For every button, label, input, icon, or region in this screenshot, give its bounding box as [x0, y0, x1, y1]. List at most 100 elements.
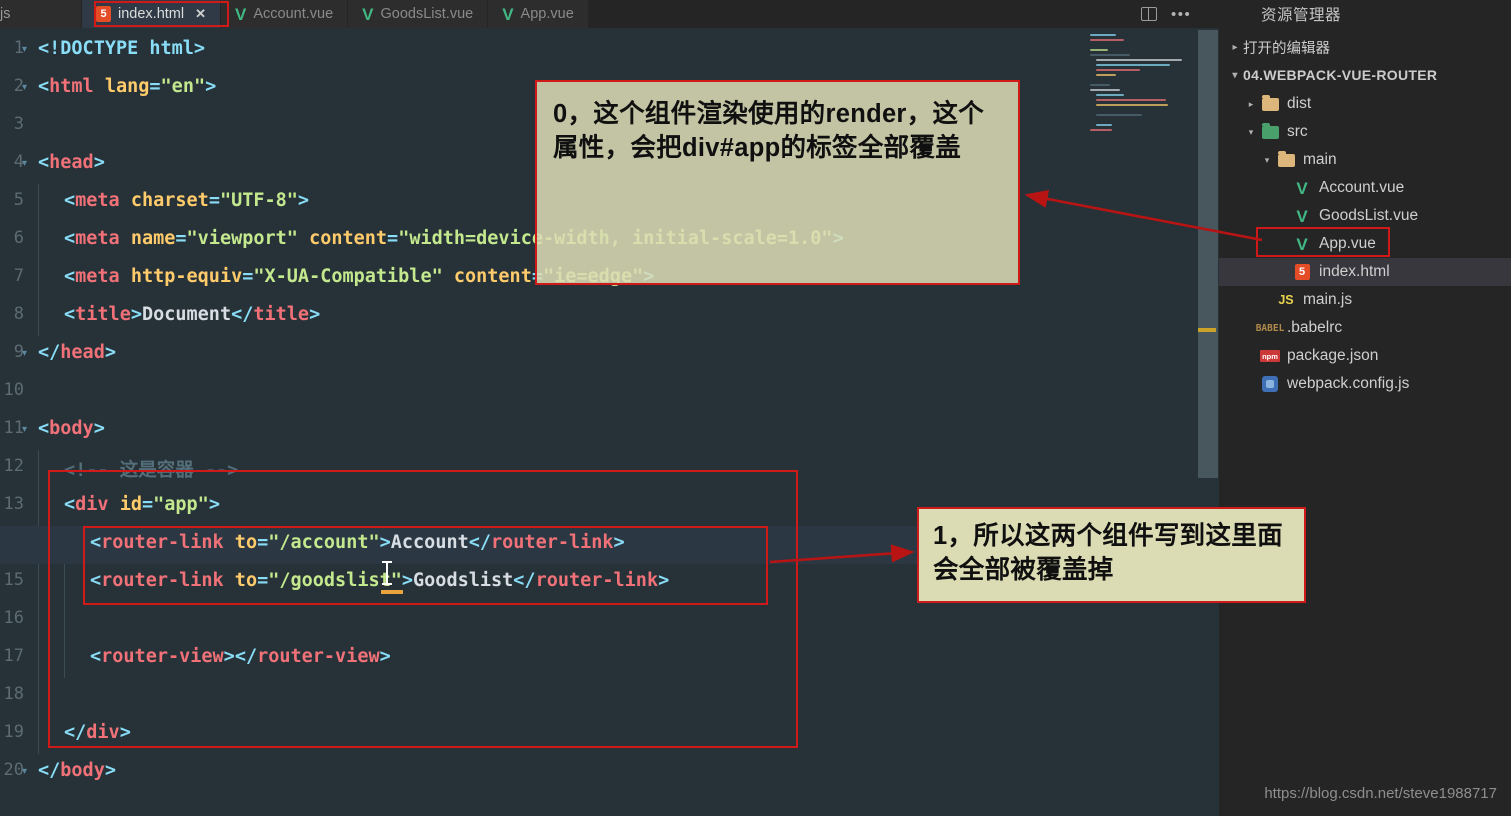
npm-icon: npm	[1259, 350, 1281, 362]
tab-appvue[interactable]: V App.vue	[488, 0, 589, 28]
fold-chevron-icon[interactable]: ▾	[22, 82, 27, 93]
code-token: head	[49, 152, 94, 173]
minimap-line	[1090, 49, 1108, 51]
code-token: router-link	[491, 532, 614, 553]
code-line[interactable]: </body>	[38, 760, 116, 781]
chevron-down-icon[interactable]: ▾	[1259, 155, 1275, 166]
tab-accountvue[interactable]: V Account.vue	[221, 0, 349, 28]
split-editor-icon[interactable]	[1141, 7, 1157, 21]
code-token: >	[297, 190, 310, 211]
code-token: </	[64, 722, 87, 743]
tree-item-packagejson[interactable]: npm package.json	[1219, 342, 1511, 370]
minimap-line	[1096, 69, 1140, 71]
code-token: "UTF-8"	[219, 190, 298, 211]
code-token: charset	[119, 190, 209, 211]
fold-chevron-icon[interactable]: ▾	[22, 44, 27, 55]
indent-guide	[64, 602, 65, 640]
code-line[interactable]: <!-- 这是容器 -->	[64, 456, 238, 482]
code-token: >	[379, 646, 391, 667]
tab-goodslistvue[interactable]: V GoodsList.vue	[348, 0, 489, 28]
line-number: 9	[13, 342, 24, 362]
tree-item-mainjs[interactable]: JS main.js	[1219, 286, 1511, 314]
explorer-title: 资源管理器	[1261, 7, 1342, 24]
code-token: <	[38, 76, 50, 97]
code-line[interactable]: <body>	[38, 418, 105, 439]
open-editors-section[interactable]: ▸ 打开的编辑器	[1219, 34, 1511, 60]
minimap-line	[1096, 74, 1116, 76]
code-token: to	[223, 570, 258, 591]
fold-chevron-icon[interactable]: ▾	[22, 766, 27, 777]
indent-guide	[38, 298, 39, 336]
close-icon[interactable]: ✕	[195, 6, 206, 22]
code-line[interactable]: <title>Document</title>	[64, 304, 320, 325]
code-token: >	[309, 304, 321, 325]
tree-item-dist[interactable]: ▸ dist	[1219, 90, 1511, 118]
code-token: >	[401, 570, 414, 591]
line-number: 15	[3, 570, 24, 590]
code-token: Goodslist	[413, 570, 514, 591]
line-number: 13	[3, 494, 24, 514]
code-token: "/account"	[268, 532, 380, 553]
line-number: 5	[13, 190, 24, 210]
code-line[interactable]: </head>	[38, 342, 116, 363]
tree-item-goodslistvue[interactable]: V GoodsList.vue	[1219, 202, 1511, 230]
annotation-note-0: 0，这个组件渲染使用的render，这个属性，会把div#app的标签全部覆盖	[535, 80, 1020, 285]
tab-indexhtml[interactable]: 5 index.html ✕	[82, 0, 221, 28]
vue-icon: V	[362, 4, 374, 24]
tree-item-indexhtml[interactable]: 5 index.html	[1219, 258, 1511, 286]
code-token: <!DOCTYPE html>	[38, 38, 206, 59]
code-token: meta	[75, 266, 120, 287]
editor-scrollbar[interactable]	[1198, 30, 1218, 478]
code-line[interactable]: <router-link to="/goodslist">Goodslist</…	[90, 570, 669, 591]
more-actions-icon[interactable]: •••	[1171, 7, 1191, 22]
indent-guide	[64, 564, 65, 602]
minimap-line	[1096, 99, 1166, 101]
code-line[interactable]: <div id="app">	[64, 494, 220, 515]
code-token: >	[658, 570, 670, 591]
tree-item-appvue[interactable]: V App.vue	[1219, 230, 1511, 258]
project-root-section[interactable]: ▾ 04.WEBPACK-VUE-ROUTER	[1219, 62, 1511, 88]
tree-item-webpackconfigjs[interactable]: webpack.config.js	[1219, 370, 1511, 398]
minimap-line	[1096, 94, 1124, 96]
indent-guide	[38, 450, 39, 488]
chevron-down-icon[interactable]: ▾	[1243, 127, 1259, 138]
indent-guide	[38, 640, 39, 678]
vue-icon: V	[235, 4, 247, 24]
tree-item-main[interactable]: ▾ main	[1219, 146, 1511, 174]
code-line[interactable]: <router-view></router-view>	[90, 646, 391, 667]
tab-label: GoodsList.vue	[380, 6, 474, 22]
code-token: body	[60, 760, 105, 781]
chevron-right-icon[interactable]: ▸	[1243, 99, 1259, 110]
html5-icon: 5	[96, 6, 111, 22]
tree-item-accountvue[interactable]: V Account.vue	[1219, 174, 1511, 202]
fold-chevron-icon[interactable]: ▾	[22, 424, 27, 435]
code-token: =	[257, 532, 269, 553]
code-line[interactable]: <meta charset="UTF-8">	[64, 190, 309, 211]
code-token: head	[60, 342, 105, 363]
code-token: http-equiv	[119, 266, 243, 287]
occurrence-marker	[381, 590, 403, 594]
code-token: meta	[75, 190, 120, 211]
code-line[interactable]: <!DOCTYPE html>	[38, 38, 205, 59]
code-line[interactable]: <html lang="en">	[38, 76, 216, 97]
line-number: 10	[3, 380, 24, 400]
code-token: <	[38, 152, 50, 173]
fold-chevron-icon[interactable]: ▾	[22, 158, 27, 169]
code-token: "/goodslist"	[268, 570, 402, 591]
minimap-line	[1090, 54, 1130, 56]
code-line[interactable]: <router-link to="/account">Account</rout…	[90, 532, 625, 553]
indent-guide	[38, 564, 39, 602]
code-line[interactable]: </div>	[64, 722, 131, 743]
code-token: <	[90, 646, 102, 667]
fold-chevron-icon[interactable]: ▾	[22, 348, 27, 359]
editor-minimap[interactable]	[1086, 28, 1198, 816]
tab-js[interactable]: .js	[0, 0, 82, 28]
tree-item-label: .babelrc	[1287, 319, 1343, 336]
tree-item-src[interactable]: ▾ src	[1219, 118, 1511, 146]
code-token: >	[208, 494, 220, 515]
code-line[interactable]: <head>	[38, 152, 105, 173]
tree-item-babelrc[interactable]: BABEL .babelrc	[1219, 314, 1511, 342]
chevron-down-icon: ▾	[1232, 69, 1238, 81]
chevron-right-icon: ▸	[1232, 41, 1238, 53]
tree-item-label: webpack.config.js	[1287, 375, 1410, 392]
